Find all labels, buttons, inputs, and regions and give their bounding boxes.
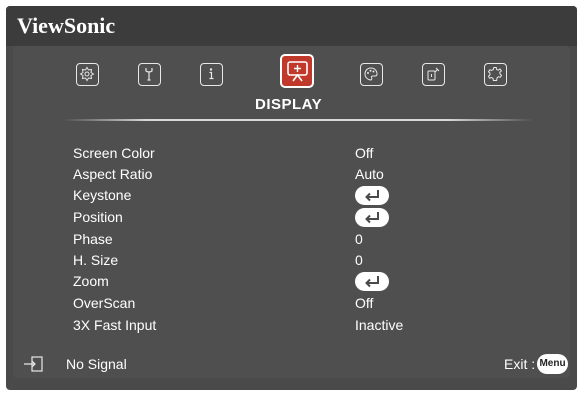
enter-icon	[365, 276, 379, 288]
tab-bar: DISPLAY	[13, 46, 570, 136]
enter-button[interactable]	[355, 272, 389, 291]
exit-label: Exit :	[504, 356, 536, 372]
enter-button[interactable]	[355, 208, 389, 227]
display-icon	[287, 61, 308, 82]
menu-value: Off	[355, 295, 374, 311]
status-bar: No Signal Exit : Menu	[13, 352, 570, 378]
menu-label: Screen Color	[73, 145, 155, 161]
tab-advanced[interactable]	[484, 63, 507, 86]
menu-icon	[79, 66, 95, 82]
menu-label: OverScan	[73, 295, 136, 311]
gear-icon	[487, 67, 503, 81]
menu-panel: DISPLAY Screen Color Off Aspect Ratio Au…	[13, 46, 570, 378]
menu-label: 3X Fast Input	[73, 317, 157, 333]
input-source-icon	[24, 356, 43, 372]
menu-value: Off	[355, 145, 374, 161]
menu-label: Aspect Ratio	[73, 166, 153, 182]
menu-row-position[interactable]: Position	[73, 208, 513, 229]
menu-row-keystone[interactable]: Keystone	[73, 186, 513, 207]
wrench-icon	[145, 68, 153, 81]
menu-row-aspect-ratio[interactable]: Aspect Ratio Auto	[73, 166, 513, 186]
menu-row-h-size[interactable]: H. Size 0	[73, 252, 513, 272]
menu-value: Auto	[355, 166, 384, 182]
power-settings-icon	[427, 67, 440, 81]
menu-row-3x-fast-input[interactable]: 3X Fast Input Inactive	[73, 317, 513, 337]
menu-row-overscan[interactable]: OverScan Off	[73, 295, 513, 315]
menu-row-phase[interactable]: Phase 0	[73, 231, 513, 251]
palette-icon	[364, 67, 378, 81]
menu-label: H. Size	[73, 252, 119, 268]
menu-value: 0	[355, 231, 363, 247]
enter-button[interactable]	[355, 186, 389, 205]
menu-label: Position	[73, 209, 123, 225]
tab-power[interactable]	[422, 63, 445, 86]
info-icon	[209, 68, 214, 80]
menu-value: Inactive	[355, 317, 404, 333]
osd-window: ViewSonic DISPLAY Screen Color Off Aspec…	[6, 6, 577, 390]
menu-row-screen-color[interactable]: Screen Color Off	[73, 145, 513, 165]
tab-display[interactable]	[280, 54, 314, 88]
signal-status: No Signal	[66, 356, 127, 372]
header-divider	[63, 119, 533, 121]
tab-picture[interactable]	[360, 63, 383, 86]
tab-basic[interactable]	[138, 63, 161, 86]
menu-value: 0	[355, 252, 363, 268]
menu-button[interactable]: Menu	[537, 354, 568, 374]
menu-label: Keystone	[73, 187, 132, 203]
enter-icon	[365, 212, 379, 224]
active-tab-title: DISPLAY	[255, 96, 323, 113]
menu-row-zoom[interactable]: Zoom	[73, 272, 513, 293]
menu-label: Zoom	[73, 273, 109, 289]
title-bar: ViewSonic	[6, 6, 577, 46]
menu-label: Phase	[73, 231, 113, 247]
tab-info[interactable]	[200, 63, 223, 86]
tab-menu[interactable]	[76, 63, 99, 86]
brand-logo: ViewSonic	[17, 13, 116, 38]
enter-icon	[365, 190, 379, 202]
